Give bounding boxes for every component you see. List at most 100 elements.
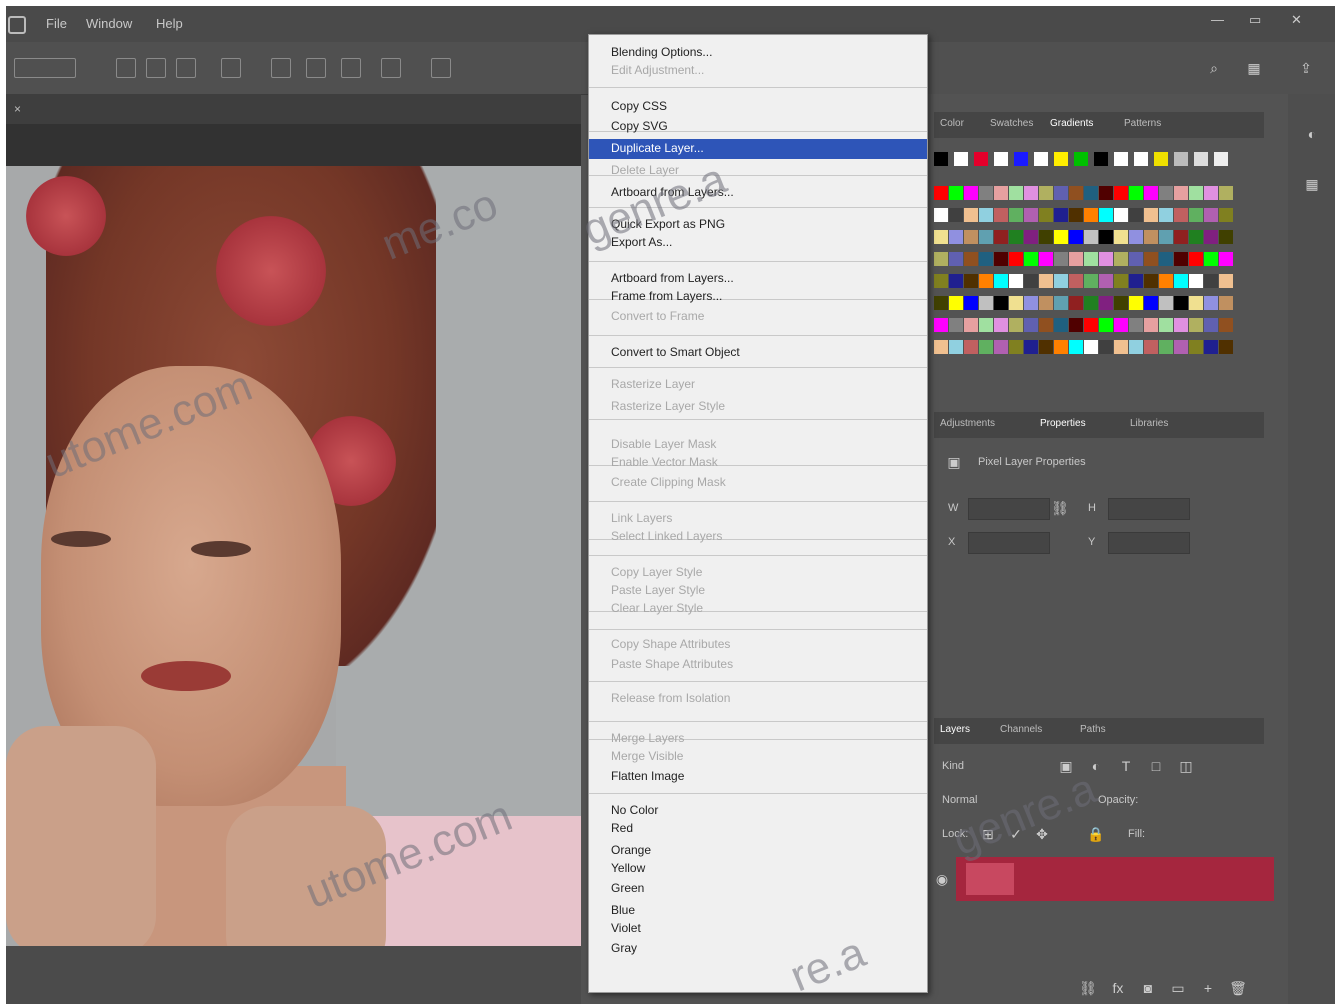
swatch[interactable] [1174, 318, 1188, 332]
swatch[interactable] [1219, 208, 1233, 222]
filter-adjustment-icon[interactable]: ◐ [1086, 756, 1106, 776]
swatch[interactable] [1204, 340, 1218, 354]
add-style-icon[interactable]: fx [1108, 978, 1128, 998]
swatch[interactable] [979, 230, 993, 244]
swatch[interactable] [934, 274, 948, 288]
swatch[interactable] [979, 186, 993, 200]
swatch[interactable] [1129, 296, 1143, 310]
swatch[interactable] [1204, 252, 1218, 266]
swatch[interactable] [1134, 152, 1148, 166]
menu-item[interactable]: Artboard from Layers... [611, 271, 734, 285]
swatch[interactable] [949, 296, 963, 310]
swatch[interactable] [1154, 152, 1168, 166]
menu-item[interactable]: Artboard from Layers... [611, 185, 734, 199]
swatch[interactable] [949, 340, 963, 354]
swatch[interactable] [1144, 252, 1158, 266]
swatch[interactable] [1159, 252, 1173, 266]
swatch[interactable] [1069, 340, 1083, 354]
menu-item[interactable]: Export As... [611, 235, 672, 249]
lock-all-icon[interactable]: 🔒 [1086, 824, 1106, 844]
tab-layers[interactable]: Layers [940, 724, 970, 735]
swatch[interactable] [1174, 186, 1188, 200]
swatch[interactable] [994, 340, 1008, 354]
swatch[interactable] [1099, 340, 1113, 354]
swatch[interactable] [1099, 186, 1113, 200]
swatch[interactable] [1024, 208, 1038, 222]
swatch[interactable] [1159, 230, 1173, 244]
filter-smart-icon[interactable]: ◫ [1176, 756, 1196, 776]
swatch[interactable] [1039, 186, 1053, 200]
swatch[interactable] [1174, 230, 1188, 244]
layer-row-selected[interactable] [956, 857, 1274, 901]
swatch[interactable] [1114, 296, 1128, 310]
filter-shape-icon[interactable]: □ [1146, 756, 1166, 776]
close-icon[interactable]: ✕ [1291, 12, 1302, 28]
tab-adjustments[interactable]: Adjustments [940, 418, 995, 429]
align-right-icon[interactable] [176, 58, 196, 78]
swatch[interactable] [964, 252, 978, 266]
swatch[interactable] [1084, 252, 1098, 266]
menu-window[interactable]: Window [86, 16, 132, 31]
swatch[interactable] [964, 208, 978, 222]
tab-libraries[interactable]: Libraries [1130, 418, 1168, 429]
swatch[interactable] [1024, 230, 1038, 244]
lock-brush-icon[interactable]: ✓ [1006, 824, 1026, 844]
swatch[interactable] [1189, 208, 1203, 222]
swatch[interactable] [1114, 152, 1128, 166]
swatch[interactable] [1009, 186, 1023, 200]
swatch[interactable] [1204, 274, 1218, 288]
height-field[interactable] [1108, 498, 1190, 520]
swatch[interactable] [1009, 252, 1023, 266]
swatch[interactable] [1024, 340, 1038, 354]
swatch[interactable] [1099, 274, 1113, 288]
swatch[interactable] [1204, 230, 1218, 244]
swatch[interactable] [934, 230, 948, 244]
swatch[interactable] [1189, 274, 1203, 288]
swatch[interactable] [1144, 340, 1158, 354]
swatch[interactable] [1069, 296, 1083, 310]
new-group-icon[interactable]: ▭ [1168, 978, 1188, 998]
swatch[interactable] [934, 296, 948, 310]
swatch[interactable] [979, 318, 993, 332]
swatch[interactable] [1069, 208, 1083, 222]
swatch[interactable] [934, 318, 948, 332]
tab-paths[interactable]: Paths [1080, 724, 1106, 735]
menu-item[interactable]: Blending Options... [611, 45, 712, 59]
swatch[interactable] [1204, 296, 1218, 310]
swatch[interactable] [1009, 274, 1023, 288]
swatch[interactable] [1069, 252, 1083, 266]
tab-patterns[interactable]: Patterns [1124, 118, 1161, 129]
swatch[interactable] [1174, 152, 1188, 166]
swatch[interactable] [1009, 208, 1023, 222]
swatch[interactable] [994, 274, 1008, 288]
canvas[interactable] [6, 166, 581, 946]
swatch[interactable] [1054, 230, 1068, 244]
swatch[interactable] [979, 296, 993, 310]
swatch[interactable] [979, 252, 993, 266]
swatch[interactable] [1189, 230, 1203, 244]
auto-align-icon[interactable] [381, 58, 401, 78]
tab-gradients[interactable]: Gradients [1050, 118, 1093, 129]
align-center-icon[interactable] [146, 58, 166, 78]
menu-item[interactable]: Flatten Image [611, 769, 684, 783]
swatch[interactable] [954, 152, 968, 166]
swatch[interactable] [1204, 186, 1218, 200]
swatch[interactable] [1074, 152, 1088, 166]
swatch[interactable] [1024, 186, 1038, 200]
swatch[interactable] [1054, 252, 1068, 266]
swatch[interactable] [1129, 318, 1143, 332]
filter-pixel-icon[interactable]: ▣ [1056, 756, 1076, 776]
swatch[interactable] [1189, 186, 1203, 200]
link-icon[interactable]: ⛓ [1050, 498, 1070, 518]
search-icon[interactable]: ⌕ [1204, 58, 1224, 78]
swatch[interactable] [1099, 318, 1113, 332]
trash-icon[interactable]: 🗑 [1228, 978, 1248, 998]
width-field[interactable] [968, 498, 1050, 520]
swatch[interactable] [979, 208, 993, 222]
swatch[interactable] [1174, 340, 1188, 354]
swatch[interactable] [1214, 152, 1228, 166]
swatch[interactable] [964, 186, 978, 200]
swatch[interactable] [1009, 340, 1023, 354]
swatch[interactable] [1084, 208, 1098, 222]
tab-swatches[interactable]: Swatches [990, 118, 1033, 129]
